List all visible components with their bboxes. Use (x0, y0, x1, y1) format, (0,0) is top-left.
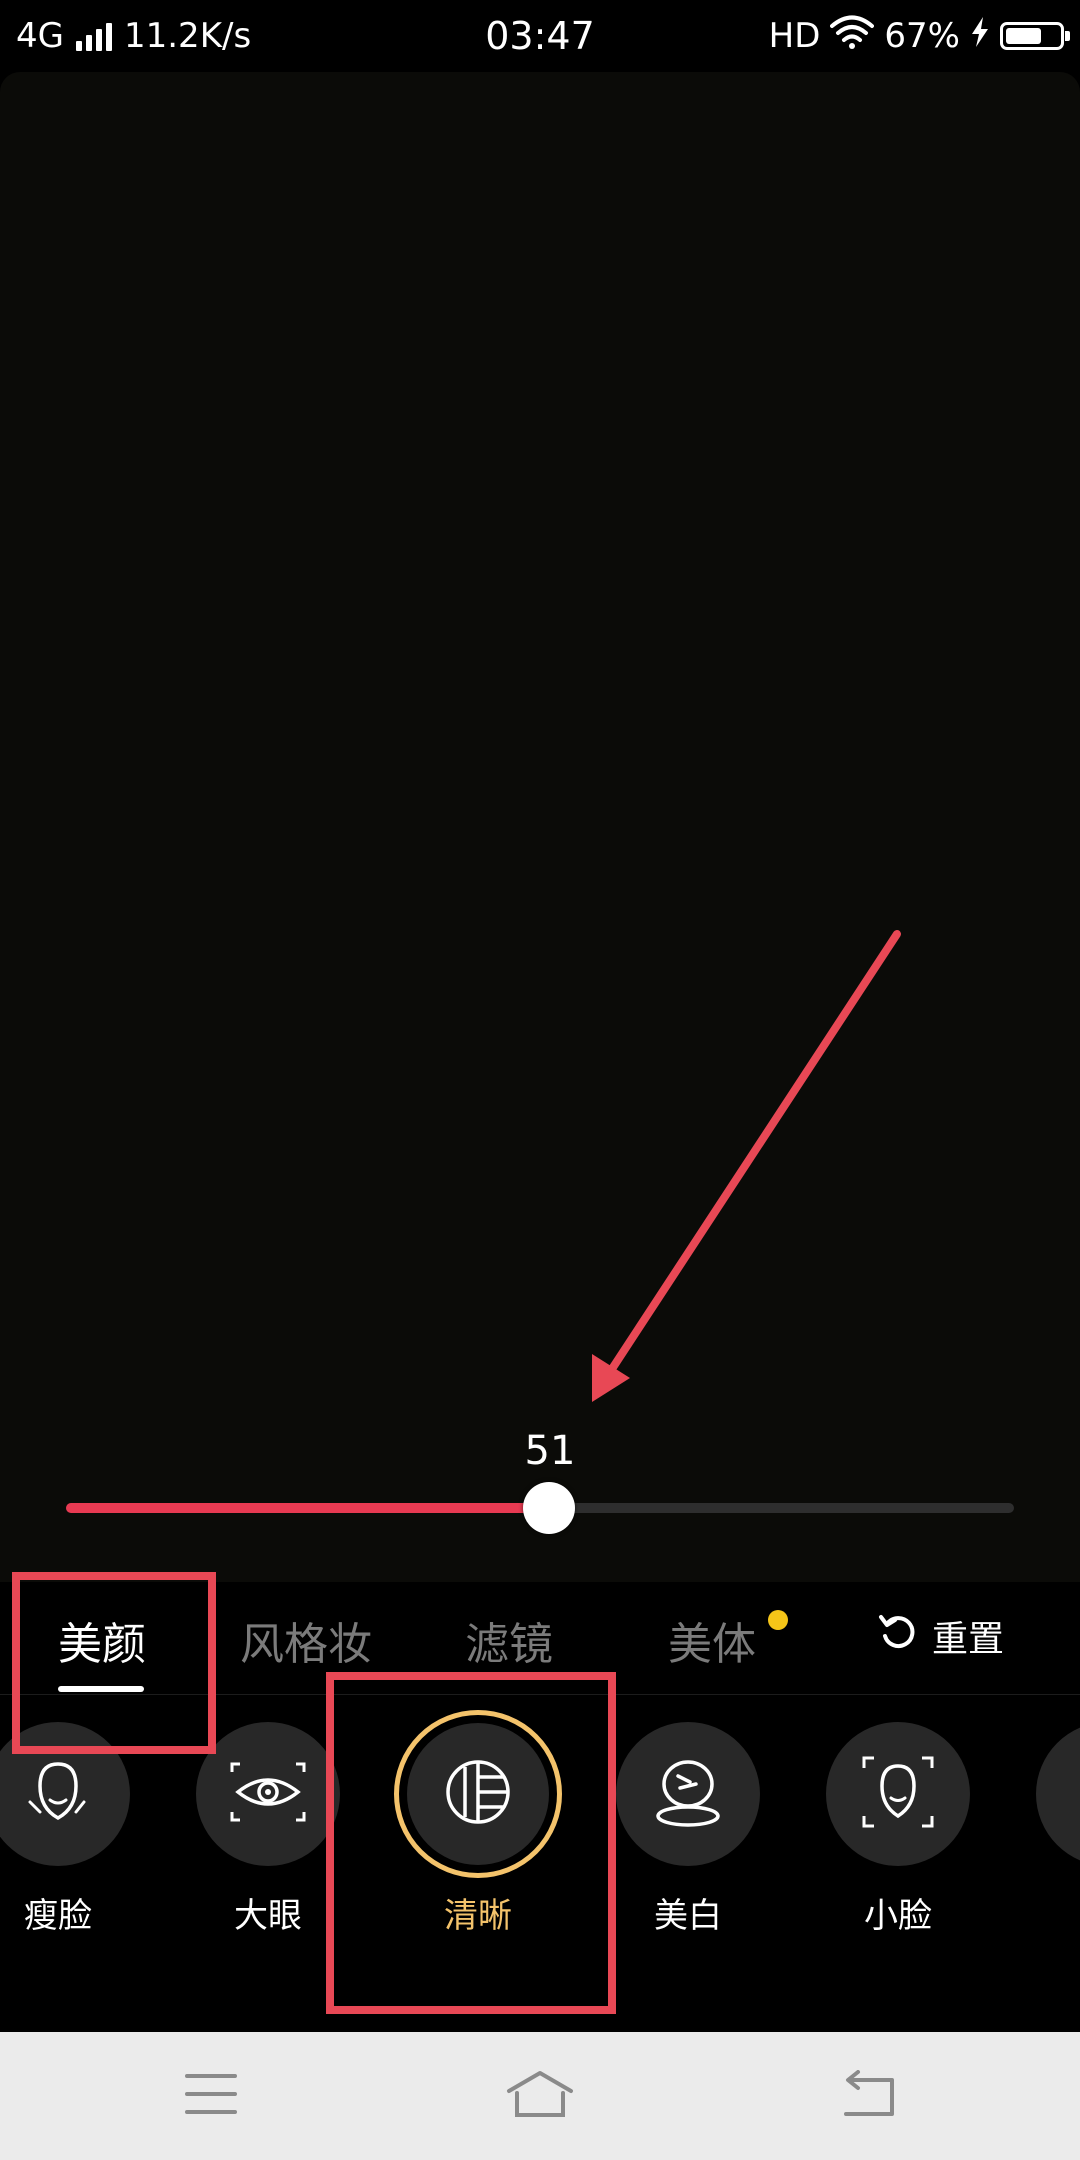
reset-icon (878, 1612, 918, 1661)
beauty-panel: 美颜 风格妆 滤镜 美体 重置 瘦脸 大眼 清晰 美白 小脸 (0, 1582, 1080, 2032)
slider-value: 51 (524, 1428, 576, 1474)
beauty-tools: 瘦脸 大眼 清晰 美白 小脸 (0, 1694, 1080, 2032)
tool-button[interactable] (826, 1722, 970, 1866)
tab-style-makeup[interactable]: 风格妆 (240, 1608, 372, 1672)
tool-button[interactable] (1036, 1722, 1080, 1866)
tool-big-eye[interactable]: 大眼 (178, 1722, 358, 1982)
tab-body[interactable]: 美体 (668, 1608, 756, 1672)
tab-filter[interactable]: 滤镜 (465, 1608, 553, 1672)
slider-fill (66, 1503, 549, 1513)
status-right: HD 67% (768, 0, 1070, 72)
intensity-slider[interactable] (66, 1480, 1014, 1536)
tool-button[interactable] (394, 1710, 562, 1878)
active-tab-indicator (58, 1686, 144, 1692)
back-icon (840, 2070, 896, 2122)
tool-label: 小脸 (864, 1896, 932, 1936)
tool-button[interactable] (196, 1722, 340, 1866)
tool-label: 清晰 (444, 1896, 512, 1936)
menu-button[interactable] (161, 2066, 261, 2126)
tool-label: 美白 (654, 1896, 722, 1936)
category-tabs: 美颜 风格妆 滤镜 美体 重置 (0, 1582, 1080, 1695)
tool-label: 大眼 (234, 1896, 302, 1936)
menu-icon (185, 2072, 237, 2120)
reset-label: 重置 (932, 1619, 1005, 1660)
whiten-icon (650, 1754, 726, 1834)
network-speed: 11.2K/s (123, 16, 252, 56)
big-eye-icon (230, 1762, 306, 1826)
battery-level (1006, 28, 1041, 44)
battery-percent: 67% (884, 16, 960, 56)
new-badge-dot (768, 1610, 788, 1630)
tool-button[interactable] (0, 1722, 130, 1866)
tool-label: 瘦脸 (24, 1896, 92, 1936)
clarity-icon (443, 1757, 513, 1831)
reset-button[interactable]: 重置 (878, 1608, 1004, 1664)
slim-face-icon (22, 1756, 94, 1832)
back-button[interactable] (818, 2066, 918, 2126)
tool-button[interactable] (616, 1722, 760, 1866)
tool-inner (407, 1723, 549, 1865)
wifi-icon (830, 15, 875, 58)
home-icon (505, 2069, 575, 2123)
tab-beauty[interactable]: 美颜 (58, 1608, 146, 1672)
battery-icon (1000, 22, 1070, 50)
status-bar: 4G 11.2K/s 03:47 HD 67% (0, 0, 1080, 72)
small-face-icon (860, 1754, 936, 1834)
home-button[interactable] (490, 2066, 590, 2126)
slider-thumb[interactable] (523, 1482, 575, 1534)
camera-preview[interactable] (0, 72, 1080, 1582)
tool-clarity[interactable]: 清晰 (388, 1710, 568, 1982)
tool-small-face[interactable]: 小脸 (808, 1722, 988, 1982)
tool-whiten[interactable]: 美白 (598, 1722, 778, 1982)
system-nav-bar (0, 2032, 1080, 2160)
charging-icon (970, 16, 990, 57)
hd-indicator: HD (768, 16, 821, 56)
network-type: 4G (16, 16, 64, 56)
signal-icon (75, 21, 112, 51)
camera-beauty-screen: 4G 11.2K/s 03:47 HD 67% 51 美颜 风格妆 滤镜 美体 … (0, 0, 1080, 2160)
status-left: 4G 11.2K/s (16, 0, 251, 72)
tool-slim-face[interactable]: 瘦脸 (0, 1722, 148, 1982)
tool-partial[interactable] (1018, 1722, 1080, 1982)
